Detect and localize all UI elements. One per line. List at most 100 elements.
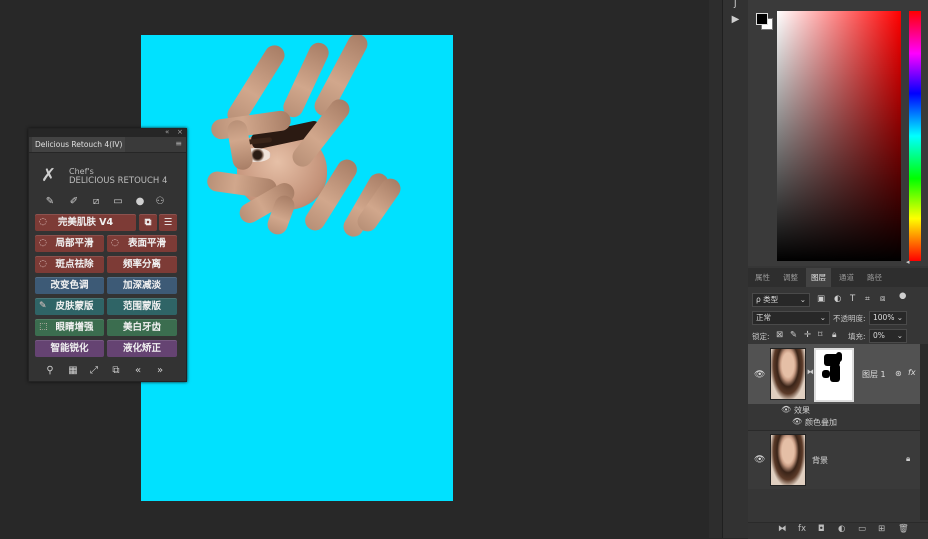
collapse-icon[interactable]: « [165, 128, 169, 136]
link-icon[interactable]: ⧓ [807, 368, 814, 376]
local-smooth-button[interactable]: ◌ 局部平滑 [35, 235, 104, 252]
layers-scrollbar[interactable] [920, 344, 928, 520]
lock-label: 锁定: [752, 332, 770, 341]
mask-shape [822, 370, 830, 378]
person-icon[interactable]: ● [133, 196, 147, 208]
opacity-input[interactable]: 100% ⌄ [869, 311, 907, 325]
frequency-separation-button[interactable]: 频率分离 [107, 256, 177, 273]
layer-name[interactable]: 图层 1 [862, 369, 886, 380]
lasso-icon: ◌ [39, 217, 47, 227]
hue-slider[interactable] [909, 11, 921, 261]
panel-titlebar[interactable]: « × [29, 128, 186, 137]
tab-properties[interactable]: 属性 [750, 268, 775, 287]
surface-smooth-label: 表面平滑 [127, 238, 166, 249]
marquee-icon: ⬚ [39, 322, 48, 332]
perfect-skin-button[interactable]: ◌ 完美肌肤 V4 [35, 214, 136, 231]
lock-icon[interactable]: 🔒︎ [906, 454, 910, 464]
visibility-eye-icon[interactable]: 👁︎ [754, 370, 765, 380]
expand-icon[interactable]: ⤢ [87, 365, 101, 376]
liquify-button[interactable]: 液化矫正 [107, 340, 177, 357]
panel-icon-column: ʃ ▶ [722, 0, 749, 538]
chef-utensils-icon: ✗ [41, 165, 57, 186]
visibility-eye-icon[interactable]: 👁︎ [781, 405, 791, 414]
tab-adjustments[interactable]: 调整 [778, 268, 803, 287]
opacity-label: 不透明度: [833, 314, 866, 323]
saturation-brightness-field[interactable] [777, 11, 901, 261]
layer-row-layer-1[interactable]: 👁︎ ⧓ 图层 1 ⊛ fx [748, 344, 920, 404]
effects-options-icon[interactable]: ⊛ [895, 369, 902, 378]
surface-smooth-button[interactable]: ◌ 表面平滑 [107, 235, 177, 252]
visibility-eye-icon[interactable]: 👁︎ [754, 455, 765, 465]
skin-mask-button[interactable]: ✎ 皮肤蒙版 [35, 298, 104, 315]
lock-artboard-icon[interactable]: ⌑ [818, 330, 822, 340]
search-icon[interactable]: ⚲ [43, 365, 57, 376]
tab-layers[interactable]: 图层 [806, 268, 831, 287]
range-mask-button[interactable]: 范围蒙版 [107, 298, 177, 315]
effect-item-row[interactable]: 👁︎ 颜色叠加 [748, 416, 920, 429]
delicious-retouch-panel: « × Delicious Retouch 4(IV) ≡ ✗ Chef's D… [28, 128, 187, 382]
filter-toggle-icon[interactable]: ● [899, 291, 906, 301]
lasso-icon: ◌ [39, 259, 47, 269]
smart-sharpen-button[interactable]: 智能锐化 [35, 340, 104, 357]
tab-delicious-retouch[interactable]: Delicious Retouch 4(IV) [32, 137, 126, 152]
spot-removal-button[interactable]: ◌ 斑点祛除 [35, 256, 104, 273]
dock-gutter [709, 0, 722, 538]
film-icon[interactable]: ▦ [66, 365, 80, 376]
layer-mask-thumbnail[interactable] [814, 348, 854, 402]
history-icon[interactable]: ʃ [723, 0, 748, 9]
expand-right-icon[interactable]: » [153, 365, 167, 376]
person-plus-icon[interactable]: ⚇ [153, 196, 167, 208]
tab-paths[interactable]: 路径 [862, 268, 887, 287]
brush-icon[interactable]: ✎ [43, 196, 57, 208]
spot-removal-label: 斑点祛除 [55, 259, 94, 270]
delete-layer-icon[interactable]: 🗑︎ [898, 524, 909, 534]
document-canvas[interactable] [141, 35, 453, 501]
eye-enhance-button[interactable]: ⬚ 眼睛增强 [35, 319, 104, 336]
brand-line-2: DELICIOUS RETOUCH 4 [69, 176, 168, 186]
close-icon[interactable]: × [177, 128, 183, 136]
visibility-eye-icon[interactable]: 👁︎ [792, 417, 802, 426]
new-group-icon[interactable]: ▭ [858, 524, 866, 534]
fx-badge[interactable]: fx [908, 368, 916, 377]
new-layer-icon[interactable]: ⊞ [878, 524, 885, 534]
filter-pixel-icon[interactable]: ▣ [817, 294, 825, 304]
layer-name[interactable]: 背景 [812, 455, 828, 466]
filter-smart-object-icon[interactable]: ⧈ [880, 294, 885, 304]
eyedropper-icon: ✎ [39, 301, 47, 311]
change-tone-button[interactable]: 改变色调 [35, 277, 104, 294]
fill-input[interactable]: 0% ⌄ [869, 329, 907, 343]
filter-shape-icon[interactable]: ⌗ [865, 294, 870, 304]
duplicate-button[interactable]: ⧉ [139, 214, 157, 231]
pen-icon[interactable]: ✐ [67, 196, 81, 208]
filter-adjustment-icon[interactable]: ◐ [834, 294, 841, 304]
panel-menu-icon[interactable]: ≡ [175, 139, 182, 148]
effects-label: 效果 [794, 406, 810, 415]
dodge-burn-button[interactable]: 加深减淡 [107, 277, 177, 294]
layer-thumbnail [770, 348, 806, 400]
add-mask-icon[interactable]: ◘ [818, 524, 825, 534]
teeth-whiten-button[interactable]: 美白牙齿 [107, 319, 177, 336]
layer-filter-kind-select[interactable]: ρ 类型 ⌄ [752, 293, 810, 307]
lock-image-icon[interactable]: ✎ [790, 330, 797, 340]
play-action-icon[interactable]: ▶ [723, 14, 748, 25]
blend-mode-select[interactable]: 正常 ⌄ [752, 311, 830, 325]
duplicate-icon[interactable]: ⧉ [109, 365, 123, 376]
hue-marker-icon[interactable]: ◂ [906, 258, 910, 266]
lock-all-icon[interactable]: 🔒︎ [832, 330, 837, 340]
opacity-value: 100% [873, 313, 895, 322]
link-layers-icon[interactable]: ⧓ [778, 524, 787, 534]
lock-transparent-icon[interactable]: ⊠ [776, 330, 783, 340]
ruler-icon[interactable]: ⧄ [89, 196, 103, 208]
lock-position-icon[interactable]: ✛ [804, 330, 811, 340]
foreground-color-swatch[interactable] [756, 13, 768, 25]
tab-channels[interactable]: 通道 [834, 268, 859, 287]
add-style-icon[interactable]: fx [798, 524, 806, 534]
filter-type-icon[interactable]: T [850, 294, 855, 304]
new-adjustment-icon[interactable]: ◐ [838, 524, 845, 534]
frame-icon[interactable]: ▭ [111, 196, 125, 208]
filter-kind-value: ρ 类型 [756, 295, 779, 304]
settings-sliders-button[interactable]: ☰ [159, 214, 177, 231]
mask-shape [830, 364, 840, 382]
layer-row-background[interactable]: 👁︎ 背景 🔒︎ [748, 430, 920, 489]
collapse-left-icon[interactable]: « [131, 365, 145, 376]
